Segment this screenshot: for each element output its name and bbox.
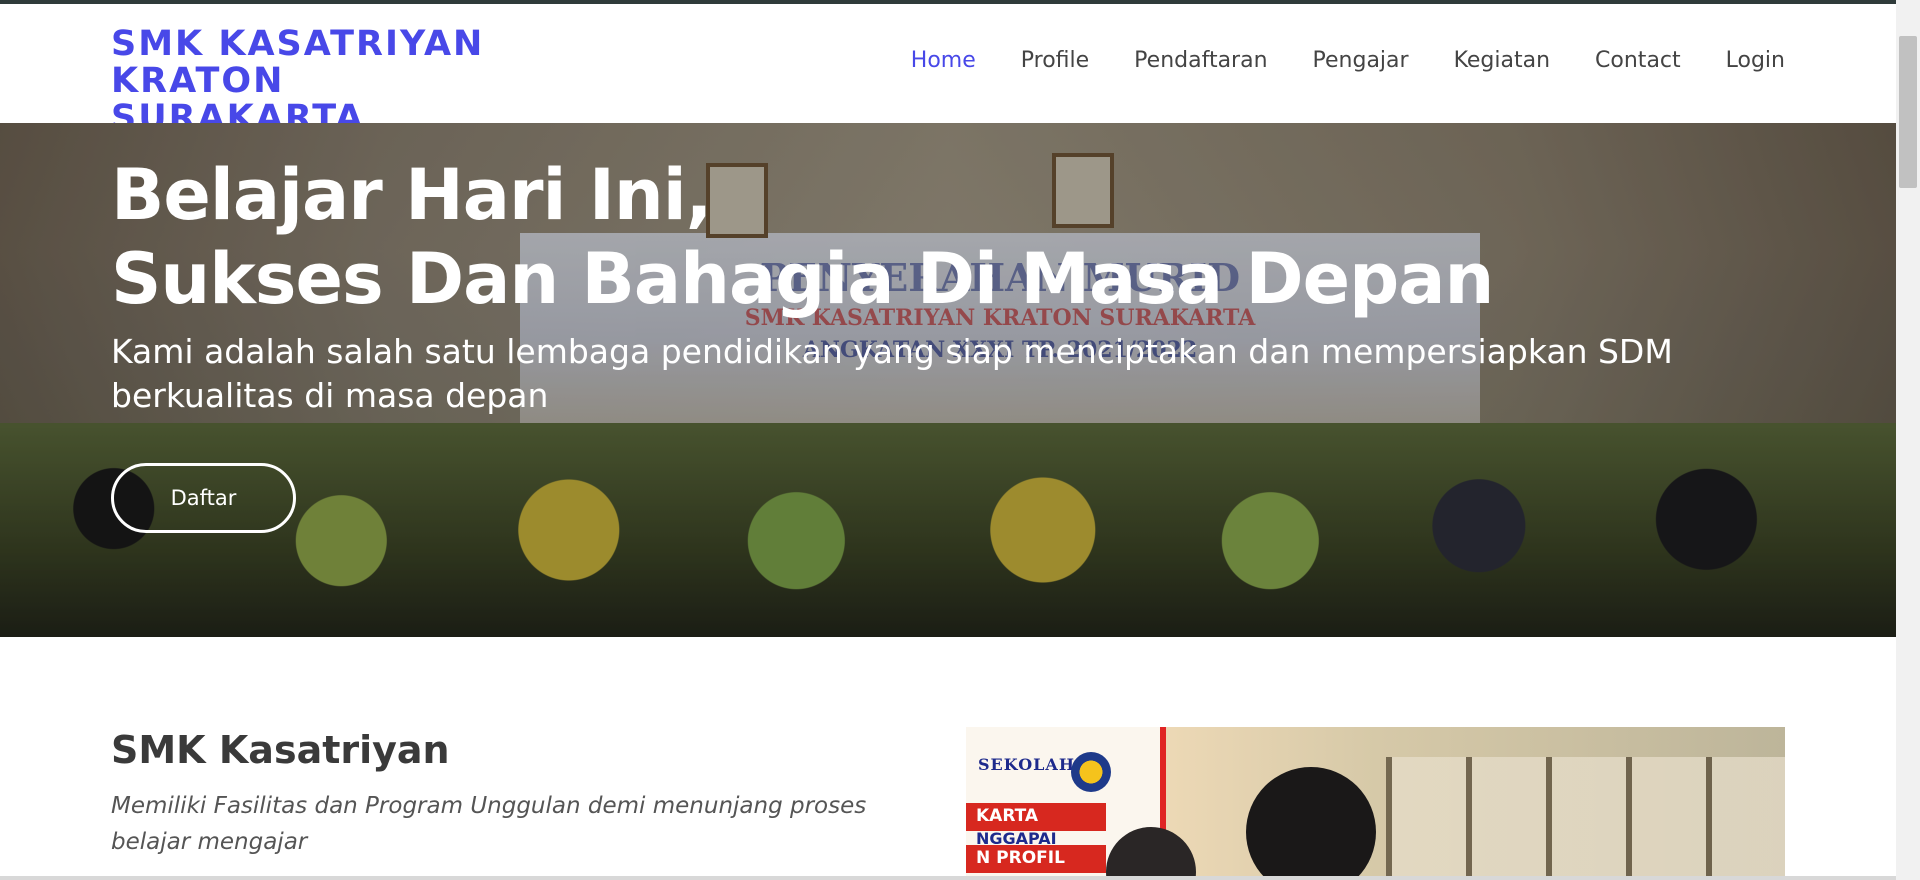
bottom-edge — [0, 876, 1896, 880]
hero-subtitle: Kami adalah salah satu lembaga pendidika… — [111, 332, 1673, 415]
poster-band-2: N PROFIL — [966, 845, 1106, 873]
nav-profile[interactable]: Profile — [1021, 48, 1089, 73]
about-title: SMK Kasatriyan — [111, 728, 450, 772]
hero-title-line-2: Sukses Dan Bahagia Di Masa Depan — [111, 238, 1494, 320]
about-description: Memiliki Fasilitas dan Program Unggulan … — [111, 793, 867, 855]
nav-pengajar[interactable]: Pengajar — [1313, 48, 1409, 73]
poster-band-1: KARTA — [966, 803, 1106, 831]
poster-logo-icon — [1071, 752, 1111, 792]
hero-section: PENYERAHAN MURID SMK KASATRIYAN KRATON S… — [0, 123, 1896, 637]
nav-kegiatan[interactable]: Kegiatan — [1454, 48, 1550, 73]
about-image-person — [1246, 767, 1376, 880]
poster-band-3-text: N PROFIL — [976, 848, 1065, 868]
about-image: SEKOLAH KARTA NGGAPAI N PROFIL — [966, 727, 1785, 880]
scrollbar-thumb[interactable] — [1899, 36, 1917, 188]
hero-title: Belajar Hari Ini, Sukses Dan Bahagia Di … — [111, 153, 1494, 321]
about-image-window — [1386, 757, 1785, 880]
daftar-button[interactable]: Daftar — [111, 463, 296, 533]
hero-title-line-1: Belajar Hari Ini, — [111, 154, 712, 236]
poster-band-1-text: KARTA — [976, 806, 1039, 826]
nav-pendaftaran[interactable]: Pendaftaran — [1134, 48, 1267, 73]
nav-contact[interactable]: Contact — [1595, 48, 1681, 73]
main-nav: Home Profile Pendaftaran Pengajar Kegiat… — [866, 48, 1785, 73]
site-header: SMK KASATRIYAN KRATON SURAKARTA Home Pro… — [0, 4, 1896, 137]
poster-text: SEKOLAH — [978, 755, 1075, 774]
nav-home[interactable]: Home — [911, 48, 976, 73]
nav-login[interactable]: Login — [1726, 48, 1785, 73]
